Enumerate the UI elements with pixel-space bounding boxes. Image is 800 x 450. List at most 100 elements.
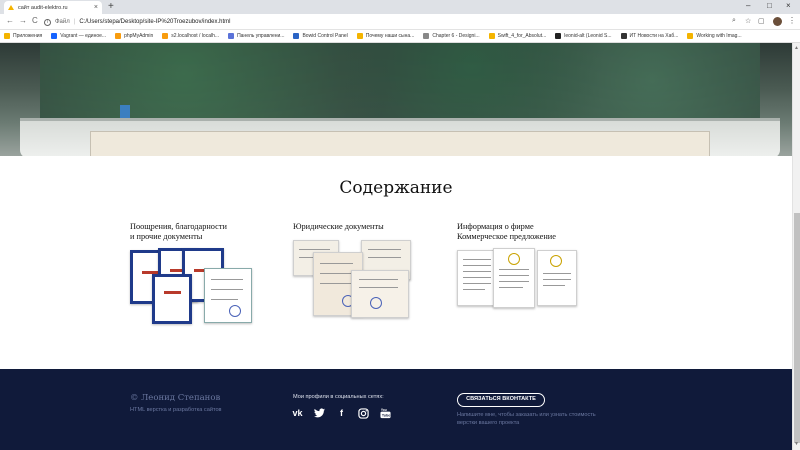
bookmark-favicon-icon — [687, 33, 694, 39]
card-title: Поощрения, благодарности и прочие докуме… — [130, 222, 270, 242]
author-subtitle: HTML верстка и разработка сайтов — [130, 407, 222, 413]
bookmark-label: s2.localhost / localh... — [171, 33, 220, 39]
site-footer: © Леонид Степанов HTML верстка и разрабо… — [0, 369, 792, 450]
bookmark-item[interactable]: leonid-alt (Leonid S... — [555, 33, 612, 39]
address-bar[interactable]: i Файл | C:/Users/stepa/Desktop/site-IP%… — [44, 16, 724, 28]
contact-vk-button[interactable]: СВЯЗАТЬСЯ ВКОНТАКТЕ — [457, 393, 545, 407]
bookmark-item[interactable]: s2.localhost / localh... — [162, 33, 219, 39]
url-scheme: Файл — [55, 19, 70, 25]
bookmark-star-icon[interactable]: ☆ — [745, 17, 751, 25]
bookmark-favicon-icon — [115, 33, 122, 39]
page-scrollbar[interactable]: ▲ ▼ — [792, 43, 800, 450]
svg-text:Tube: Tube — [382, 413, 390, 417]
bookmark-label: Chapter 6 - Designi... — [432, 33, 480, 39]
bookmark-label: Почему наши сына... — [365, 33, 415, 39]
url-text[interactable]: C:/Users/stepa/Desktop/site-IP%20Troezub… — [79, 19, 230, 25]
info-icon[interactable]: i — [44, 18, 51, 26]
url-separator: | — [73, 19, 76, 25]
twitter-icon[interactable] — [313, 407, 326, 419]
document-image — [457, 250, 497, 306]
bookmark-favicon-icon — [4, 33, 10, 39]
bookmark-label: leonid-alt (Leonid S... — [564, 33, 612, 39]
bookmark-favicon-icon — [488, 33, 495, 39]
card-company[interactable]: Информация о фирме Коммерческое предложе… — [457, 222, 597, 328]
tab-title: сайт audit-elektro.ru — [18, 4, 68, 11]
bookmark-label: Панель управлени... — [237, 33, 285, 39]
document-image — [351, 270, 409, 318]
new-tab-button[interactable]: + — [108, 1, 114, 12]
bookmark-item[interactable]: Working with Imag... — [687, 33, 742, 39]
card-title-line1: Информация о фирме — [457, 222, 534, 231]
card-title-line1: Юридические документы — [293, 222, 384, 231]
tab-bar: сайт audit-elektro.ru × + – □ × — [0, 0, 800, 14]
bookmark-item[interactable]: Chapter 6 - Designi... — [423, 33, 480, 39]
youtube-icon[interactable]: You Tube — [379, 407, 392, 419]
tab-close-icon[interactable]: × — [94, 4, 98, 11]
social-icons: vk f You Tube — [291, 407, 392, 419]
maximize-button[interactable]: □ — [767, 1, 772, 10]
bookmark-label: Working with Imag... — [696, 33, 742, 39]
tab-active[interactable]: сайт audit-elektro.ru × — [4, 1, 102, 14]
browser-menu-button[interactable]: ⋮ — [788, 16, 796, 25]
circuit-board — [40, 43, 760, 118]
extension-icon[interactable]: ▢ — [758, 17, 765, 25]
search-icon[interactable]: ⌕ — [732, 17, 736, 25]
svg-text:You: You — [381, 408, 387, 412]
card-title-line2: Коммерческое предложение — [457, 232, 556, 241]
bookmark-favicon-icon — [555, 33, 562, 39]
hero-image — [0, 43, 792, 156]
legal-thumbnail[interactable] — [293, 240, 419, 320]
bookmark-item[interactable]: Swift_4_for_Absolut... — [488, 33, 547, 39]
company-thumbnail[interactable] — [457, 248, 583, 328]
bookmark-favicon-icon — [356, 33, 363, 39]
profile-avatar[interactable] — [773, 17, 782, 26]
bookmark-label: Приложения — [13, 33, 43, 39]
minimize-button[interactable]: – — [746, 1, 750, 10]
facebook-icon[interactable]: f — [335, 407, 348, 419]
bookmarks-bar: Приложения Vagrant — единое... phpMyAdmin s… — [0, 30, 800, 43]
document-image — [537, 250, 577, 306]
bookmark-favicon-icon — [162, 33, 169, 39]
section-title: Содержание — [339, 178, 453, 198]
card-awards[interactable]: Поощрения, благодарности и прочие докуме… — [130, 222, 270, 328]
cta-note: Напишите мне, чтобы заказать или узнать … — [457, 412, 596, 426]
bookmark-label: phpMyAdmin — [124, 33, 154, 39]
social-title: Мои профили в социальных сетях: — [293, 394, 384, 400]
bookmark-item[interactable]: Панель управлени... — [228, 33, 284, 39]
card-title: Юридические документы — [293, 222, 433, 232]
vk-icon[interactable]: vk — [291, 407, 304, 419]
bookmark-label: Swift_4_for_Absolut... — [497, 33, 547, 39]
warning-icon — [8, 5, 14, 10]
diploma-image — [152, 274, 192, 324]
letter-image — [204, 268, 252, 323]
bookmark-item[interactable]: phpMyAdmin — [115, 33, 153, 39]
close-window-button[interactable]: × — [786, 1, 791, 10]
back-button[interactable]: ← — [6, 16, 14, 25]
bookmark-item[interactable]: Vagrant — единое... — [51, 33, 106, 39]
bookmark-label: Vagrant — единое... — [60, 33, 107, 39]
meter-label — [90, 131, 710, 156]
forward-button[interactable]: → — [19, 16, 27, 25]
document-cards: Поощрения, благодарности и прочие докуме… — [0, 222, 792, 342]
scroll-up-arrow-icon[interactable]: ▲ — [794, 45, 799, 51]
card-legal[interactable]: Юридические документы — [293, 222, 433, 320]
bookmark-item[interactable]: Почему наши сына... — [356, 33, 415, 39]
card-title: Информация о фирме Коммерческое предложе… — [457, 222, 597, 242]
bookmark-favicon-icon — [228, 33, 235, 39]
bookmark-label: ИТ Новости на Хаб... — [629, 33, 679, 39]
bookmark-label: Bowid Control Panel — [302, 33, 348, 39]
instagram-icon[interactable] — [357, 407, 370, 419]
bookmark-item[interactable]: ИТ Новости на Хаб... — [620, 33, 679, 39]
bookmark-item[interactable]: Приложения — [4, 33, 42, 39]
bookmark-favicon-icon — [293, 33, 300, 39]
reload-button[interactable]: C — [32, 16, 38, 25]
bookmark-favicon-icon — [423, 33, 430, 39]
browser-toolbar: ← → C i Файл | C:/Users/stepa/Desktop/si… — [0, 14, 800, 30]
scrollbar-thumb[interactable] — [794, 213, 800, 443]
bookmark-item[interactable]: Bowid Control Panel — [293, 33, 348, 39]
card-title-line1: Поощрения, благодарности — [130, 222, 227, 231]
bookmark-favicon-icon — [51, 33, 58, 39]
awards-thumbnail[interactable] — [130, 248, 256, 328]
author-name: © Леонид Степанов — [130, 393, 221, 403]
scroll-down-arrow-icon[interactable]: ▼ — [794, 441, 799, 447]
